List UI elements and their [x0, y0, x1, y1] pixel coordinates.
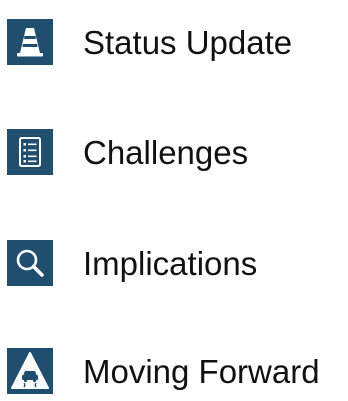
agenda-item-moving-forward: Moving Forward: [7, 348, 320, 394]
slippery-road-icon: [7, 348, 53, 394]
magnifying-glass-icon: [7, 240, 53, 286]
agenda-item-label: Challenges: [83, 133, 249, 171]
agenda-item-challenges: Challenges: [7, 129, 248, 175]
traffic-cone-icon: [7, 19, 53, 65]
checklist-icon: [7, 129, 53, 175]
agenda-item-label: Status Update: [83, 23, 293, 61]
agenda-item-label: Moving Forward: [83, 352, 320, 390]
agenda-item-implications: Implications: [7, 240, 257, 286]
agenda-item-label: Implications: [83, 244, 258, 282]
agenda-item-status-update: Status Update: [7, 19, 292, 65]
